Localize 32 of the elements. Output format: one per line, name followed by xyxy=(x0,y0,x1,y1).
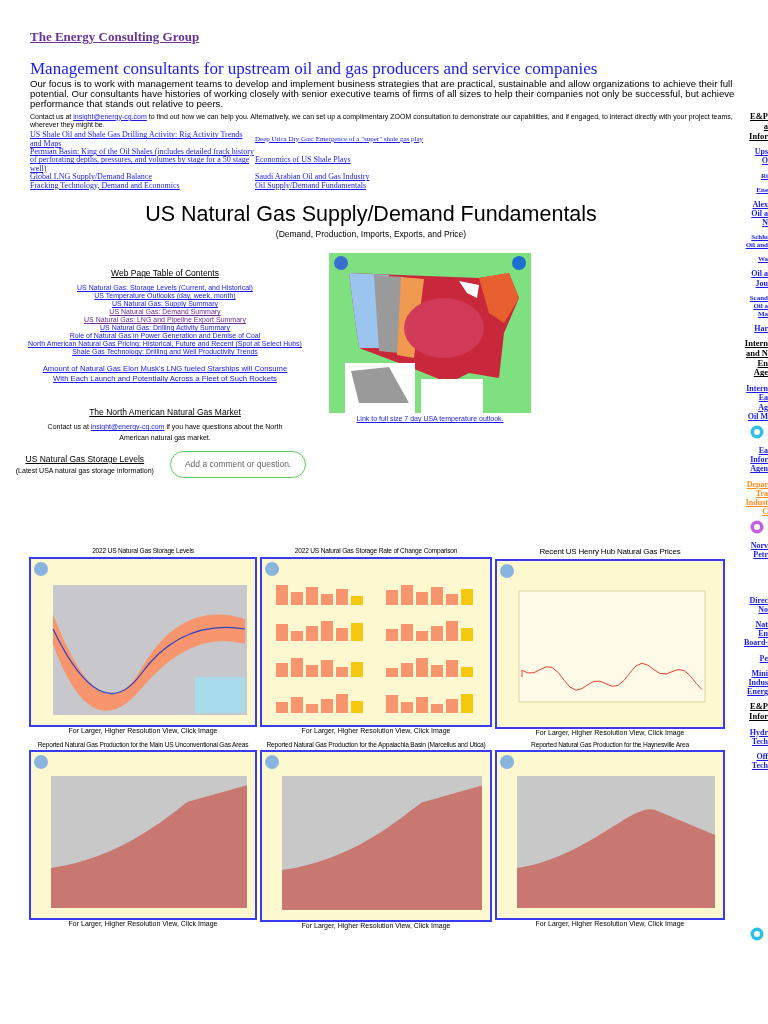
toc-heading: Web Page Table of Contents xyxy=(111,267,219,280)
article-link[interactable]: Permian Basin: King of the Oil Shales (includes detailed frack history of perforating depths, pressures, and volumes by stage for a 50 stage well) xyxy=(30,148,255,174)
comment-button[interactable]: Add a comment or question. xyxy=(169,451,307,478)
article-link[interactable]: Saudi Arabian Oil and Gas Industry xyxy=(255,173,505,182)
page-subtitle: (Demand, Production, Imports, Exports, and Price) xyxy=(274,228,468,242)
tagline: Management consultants for upstream oil and gas producers and service companies xyxy=(30,60,599,79)
sidebar-link[interactable]: Nat En Board- xyxy=(744,620,768,648)
sidebar-link[interactable]: Ups O xyxy=(754,147,768,166)
page-title: US Natural Gas Supply/Demand Fundamentals xyxy=(144,204,598,226)
sidebar-link[interactable]: Har xyxy=(754,324,768,334)
sidebar-link[interactable]: Ea Infor Agen xyxy=(750,446,768,474)
article-link[interactable]: Economics of US Shale Plays xyxy=(255,156,505,165)
section-heading: The North American Natural Gas Market xyxy=(89,406,241,420)
site-title-link[interactable]: The Energy Consulting Group xyxy=(30,27,200,47)
sidebar-link[interactable]: Pe xyxy=(759,653,768,663)
sidebar-heading[interactable]: E&P a Infor xyxy=(749,112,768,142)
sidebar-link[interactable]: Alex Oil a N xyxy=(751,199,768,228)
sidebar-link[interactable]: Norv Petr xyxy=(750,541,768,560)
sidebar-heading[interactable]: E&P Infor xyxy=(749,702,768,722)
sidebar-link[interactable]: Mini Indus Energ xyxy=(747,668,768,697)
article-link[interactable]: Oil Supply/Demand Fundamentals xyxy=(255,181,505,190)
sidebar-link[interactable]: Hydr Tech xyxy=(749,727,768,747)
article-link[interactable]: Fracking Technology, Demand and Economics xyxy=(30,181,255,190)
sidebar-link[interactable]: Direc No xyxy=(749,595,768,615)
section-heading: US Natural Gas Storage Levels xyxy=(24,452,146,466)
intro-text: Our focus is to work with management teams to develop and implement business strategies that are practical, sustainable and allow organizations to achieve their full potential. Our consultants have histories of working closely with senior executive teams of firms of all sizes to help their companies not only be successful, but achieve performance that stands out relative to peers. xyxy=(30,78,736,109)
sidebar-heading[interactable]: Intern and N En Age xyxy=(744,339,768,379)
sidebar-link[interactable]: Intern Ea Ag Oil M xyxy=(746,384,768,421)
sidebar-link[interactable]: Off Tech xyxy=(751,752,768,771)
article-link[interactable]: Global LNG Supply/Demand Balance xyxy=(30,173,255,182)
chart-title: Recent US Henry Hub Natural Gas Prices xyxy=(539,545,681,558)
sidebar-link[interactable]: Oil a Jou xyxy=(751,269,768,288)
